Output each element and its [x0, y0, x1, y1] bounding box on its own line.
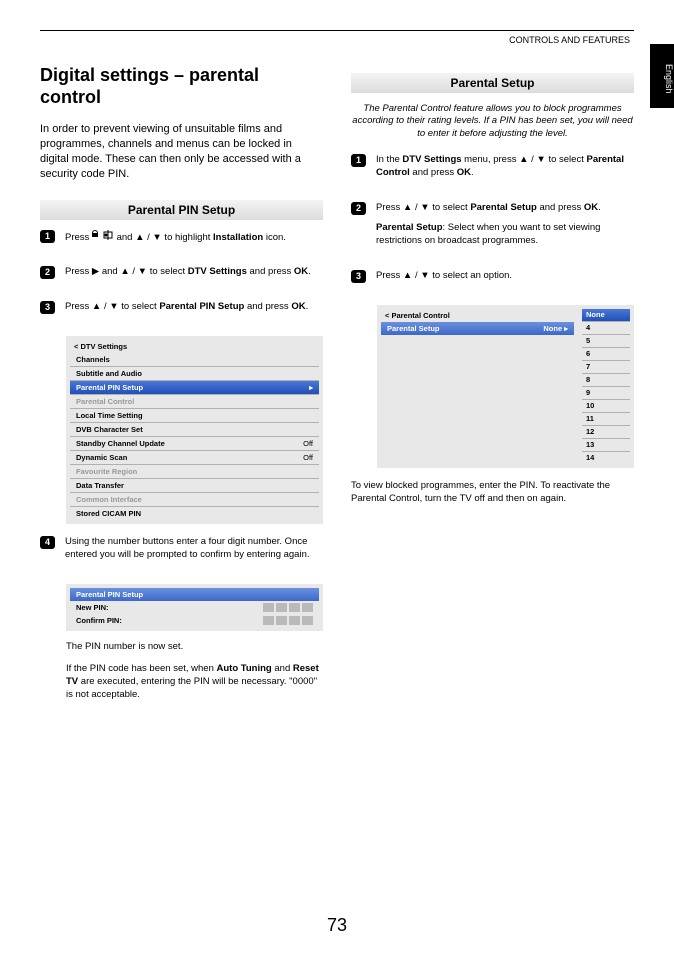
header-rule — [40, 30, 634, 31]
menu-item: Data Transfer — [70, 479, 319, 493]
rating-option: 10 — [582, 400, 630, 413]
menu-item: Parental PIN Setup▸ — [70, 381, 319, 395]
section-parental-setup: Parental Setup — [351, 73, 634, 93]
page-number: 73 — [0, 915, 674, 936]
section-description: The Parental Control feature allows you … — [351, 103, 634, 140]
menu-item: Common Interface — [70, 493, 319, 507]
menu-item: Stored CICAM PIN — [70, 507, 319, 520]
pin-setup-box: Parental PIN Setup New PIN: Confirm PIN: — [66, 584, 323, 631]
step-number: 1 — [40, 230, 55, 243]
menu-item: Standby Channel UpdateOff — [70, 437, 319, 451]
page-title: Digital settings – parental control — [40, 65, 323, 108]
rating-option: 11 — [582, 413, 630, 426]
menu-item: Channels — [70, 353, 319, 367]
dtv-settings-menu: < DTV Settings ChannelsSubtitle and Audi… — [66, 336, 323, 524]
menu-item: Subtitle and Audio — [70, 367, 319, 381]
menu-item: Favourite Region — [70, 465, 319, 479]
tools-icon — [92, 230, 114, 245]
rating-option: 12 — [582, 426, 630, 439]
rating-option: 14 — [582, 452, 630, 464]
section-pin-setup: Parental PIN Setup — [40, 200, 323, 220]
menu-item: Dynamic ScanOff — [70, 451, 319, 465]
rating-option: 9 — [582, 387, 630, 400]
step-number: 3 — [40, 301, 55, 314]
step-text: Press ▶ and ▲ / ▼ to select DTV Settings… — [65, 266, 323, 287]
rating-option: 8 — [582, 374, 630, 387]
rating-option: 5 — [582, 335, 630, 348]
note: The PIN number is now set. — [66, 641, 323, 654]
step-text: Press ▲ / ▼ to select an option. — [376, 270, 634, 291]
step-number: 3 — [351, 270, 366, 283]
intro-text: In order to prevent viewing of unsuitabl… — [40, 122, 323, 181]
step-text: Press ▲ / ▼ to select Parental Setup and… — [376, 202, 634, 256]
step-number: 2 — [351, 202, 366, 215]
menu-item: DVB Character Set — [70, 423, 319, 437]
language-tab: English — [650, 44, 674, 108]
footnote: To view blocked programmes, enter the PI… — [351, 480, 634, 506]
rating-option: 4 — [582, 322, 630, 335]
parental-control-menu: < Parental Control Parental Setup None ▸… — [377, 305, 634, 468]
menu-item: Parental Control — [70, 395, 319, 409]
menu-item: Local Time Setting — [70, 409, 319, 423]
step-text: Press and ▲ / ▼ to highlight Installatio… — [65, 230, 323, 253]
rating-option: 6 — [582, 348, 630, 361]
step-number: 2 — [40, 266, 55, 279]
step-text: Using the number buttons enter a four di… — [65, 536, 323, 570]
rating-option: 7 — [582, 361, 630, 374]
page-header: CONTROLS AND FEATURES — [40, 35, 634, 45]
step-text: Press ▲ / ▼ to select Parental PIN Setup… — [65, 301, 323, 322]
rating-option: None — [582, 309, 630, 322]
step-number: 4 — [40, 536, 55, 549]
step-number: 1 — [351, 154, 366, 167]
rating-option: 13 — [582, 439, 630, 452]
note: If the PIN code has been set, when Auto … — [66, 663, 323, 701]
step-text: In the DTV Settings menu, press ▲ / ▼ to… — [376, 154, 634, 188]
